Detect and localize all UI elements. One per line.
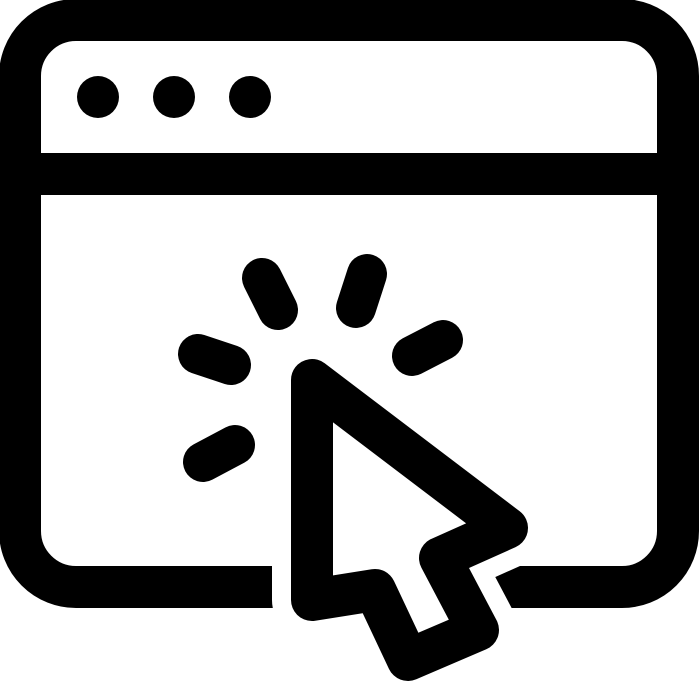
browser-click-icon [0, 0, 699, 691]
burst-line-bottom-left [183, 425, 255, 482]
window-dot-3 [229, 76, 271, 118]
burst-line-right [392, 320, 463, 376]
burst-line-left [178, 334, 251, 385]
burst-line-top-left [242, 258, 298, 330]
window-dot-2 [153, 76, 195, 118]
icon-canvas [0, 0, 700, 691]
burst-line-top-right [336, 254, 387, 328]
window-dot-1 [77, 76, 119, 118]
window-dots-icon [77, 76, 271, 118]
